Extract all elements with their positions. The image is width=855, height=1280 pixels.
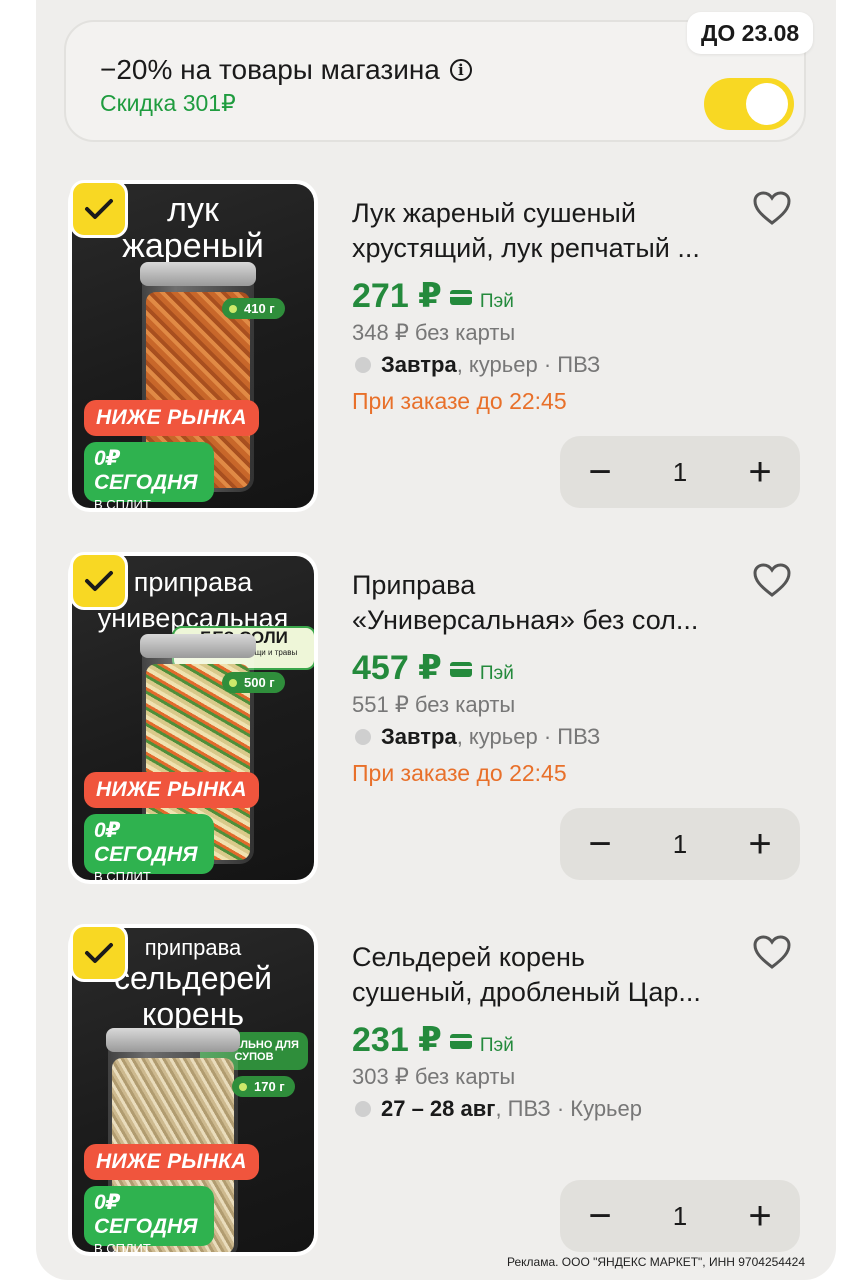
info-icon[interactable]: i [449, 59, 472, 81]
decrease-button[interactable]: − [560, 808, 640, 880]
promo-toggle[interactable] [704, 78, 794, 130]
increase-button[interactable]: + [720, 808, 800, 880]
ad-disclaimer: Реклама. ООО "ЯНДЕКС МАРКЕТ", ИНН 970425… [506, 1255, 805, 1269]
promo-discount: Скидка 301₽ [100, 90, 236, 116]
select-checkbox[interactable] [70, 924, 128, 982]
card-icon [449, 1034, 472, 1049]
pay-label: Пэй [479, 663, 514, 684]
promo-title-text: −20% на товары магазина [100, 54, 440, 85]
image-line2: жареный [122, 227, 264, 265]
price: 457 ₽ [352, 649, 442, 687]
delivery-method: , ПВЗ · Курьер [495, 1096, 642, 1121]
quantity-value: 1 [672, 1200, 688, 1231]
below-market-tag: НИЖЕ РЫНКА [84, 1144, 259, 1180]
title-line1: Лук жареный сушеный [352, 198, 636, 228]
product-title[interactable]: Лук жареный сушеный хрустящий, лук репча… [352, 196, 742, 266]
pay-label: Пэй [479, 1035, 514, 1056]
delivery-info: Завтра, курьер · ПВЗ [355, 352, 600, 378]
title-line2: сушеный, дробленый Цар... [352, 977, 701, 1007]
select-checkbox[interactable] [70, 552, 128, 610]
quantity-stepper: − 1 + [560, 808, 800, 880]
order-deadline: При заказе до 22:45 [352, 388, 567, 414]
price-row: 231 ₽ Пэй [352, 1020, 514, 1060]
quantity-value: 1 [672, 456, 688, 487]
cart-item: лук жареный 410 г НИЖЕ РЫНКА 0₽ СЕГОДНЯ … [0, 180, 855, 520]
price: 231 ₽ [352, 1021, 442, 1059]
split-tag: 0₽ СЕГОДНЯ В СПЛИТ [84, 442, 214, 508]
image-line2: сельдерей корень [113, 960, 272, 1032]
delivery-date: Завтра [381, 724, 457, 749]
delivery-date: Завтра [381, 352, 457, 377]
price-row: 271 ₽ Пэй [352, 276, 514, 316]
split-tag: 0₽ СЕГОДНЯ В СПЛИТ [84, 814, 214, 880]
split-tag-main: 0₽ СЕГОДНЯ [94, 1191, 198, 1238]
cart-item: приправа сельдерей корень ИДЕАЛЬНО ДЛЯ С… [0, 924, 855, 1264]
delivery-method: , курьер · ПВЗ [456, 724, 601, 749]
price-row: 457 ₽ Пэй [352, 648, 514, 688]
below-market-tag: НИЖЕ РЫНКА [84, 400, 259, 436]
split-tag: 0₽ СЕГОДНЯ В СПЛИТ [84, 1186, 214, 1252]
delivery-info: 27 – 28 авг, ПВЗ · Курьер [355, 1096, 642, 1122]
increase-button[interactable]: + [720, 1180, 800, 1252]
title-line1: Сельдерей корень [352, 942, 585, 972]
delivery-method: , курьер · ПВЗ [456, 352, 601, 377]
image-line1: приправа [133, 567, 253, 597]
delivery-dot-icon [355, 357, 371, 373]
card-icon [449, 662, 472, 677]
weight-pill: 410 г [222, 298, 285, 319]
card-icon [449, 290, 472, 305]
quantity-value: 1 [672, 828, 688, 859]
promo-date-badge: ДО 23.08 [687, 12, 814, 54]
delivery-info: Завтра, курьер · ПВЗ [355, 724, 600, 750]
delivery-date: 27 – 28 авг [381, 1096, 496, 1121]
increase-button[interactable]: + [720, 436, 800, 508]
weight-pill: 500 г [222, 672, 285, 693]
promo-title: −20% на товары магазина i [100, 54, 472, 86]
image-line1: лук [167, 191, 219, 229]
title-line2: хрустящий, лук репчатый ... [352, 233, 700, 263]
quantity-stepper: − 1 + [560, 436, 800, 508]
price: 271 ₽ [352, 277, 442, 315]
decrease-button[interactable]: − [560, 436, 640, 508]
heart-icon[interactable] [752, 934, 792, 970]
split-tag-sub: В СПЛИТ [94, 869, 151, 880]
delivery-dot-icon [355, 729, 371, 745]
checkmark-icon [85, 199, 113, 219]
old-price: 551 ₽ без карты [352, 692, 516, 717]
title-line1: Приправа [352, 570, 476, 600]
checkmark-icon [85, 571, 113, 591]
title-line2: «Универсальная» без сол... [352, 605, 699, 635]
heart-icon[interactable] [752, 562, 792, 598]
heart-icon[interactable] [752, 190, 792, 226]
decrease-button[interactable]: − [560, 1180, 640, 1252]
weight-pill: 170 г [232, 1076, 295, 1097]
cart-item: приправа универсальная БЕЗ СОЛИ натураль… [0, 552, 855, 892]
checkmark-icon [85, 943, 113, 963]
delivery-dot-icon [355, 1101, 371, 1117]
select-checkbox[interactable] [70, 180, 128, 238]
product-title[interactable]: Приправа «Универсальная» без сол... [352, 568, 742, 638]
split-tag-main: 0₽ СЕГОДНЯ [94, 819, 198, 866]
toggle-knob [746, 83, 788, 125]
below-market-tag: НИЖЕ РЫНКА [84, 772, 259, 808]
old-price: 303 ₽ без карты [352, 1064, 516, 1089]
quantity-stepper: − 1 + [560, 1180, 800, 1252]
order-deadline: При заказе до 22:45 [352, 760, 567, 786]
split-tag-sub: В СПЛИТ [94, 497, 151, 508]
pay-label: Пэй [479, 291, 514, 312]
product-title[interactable]: Сельдерей корень сушеный, дробленый Цар.… [352, 940, 742, 1010]
split-tag-main: 0₽ СЕГОДНЯ [94, 447, 198, 494]
old-price: 348 ₽ без карты [352, 320, 516, 345]
split-tag-sub: В СПЛИТ [94, 1241, 151, 1252]
